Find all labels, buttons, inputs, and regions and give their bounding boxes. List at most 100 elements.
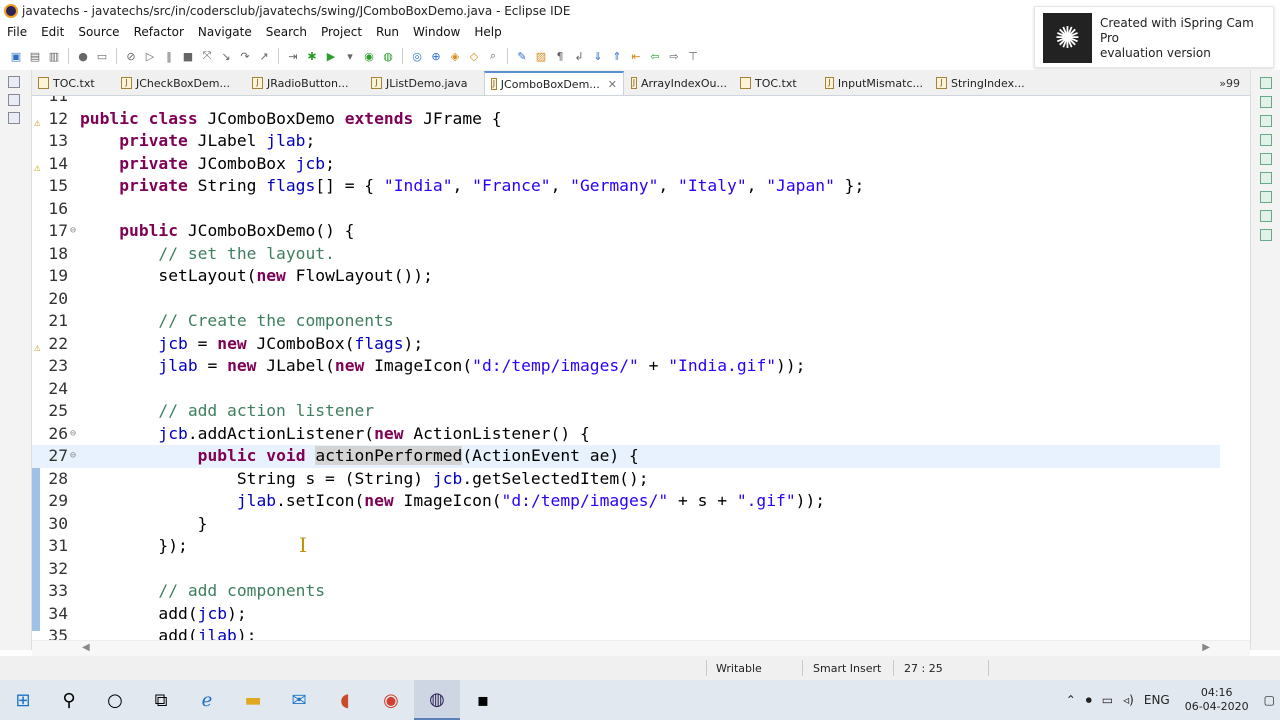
word-wrap-icon[interactable]: ↲: [571, 49, 587, 63]
run-icon[interactable]: ▶: [323, 49, 339, 63]
menu-navigate[interactable]: Navigate: [191, 25, 259, 39]
code-line[interactable]: 35 add(jlab);: [32, 625, 1220, 640]
problems-icon[interactable]: [1260, 153, 1272, 165]
search-icon[interactable]: ⚲: [46, 680, 92, 720]
notifications-icon[interactable]: ▢: [1259, 693, 1280, 707]
declaration-icon[interactable]: [1260, 191, 1272, 203]
new-icon[interactable]: ▣: [8, 49, 24, 63]
more-tabs-button[interactable]: »99: [1209, 71, 1250, 95]
forward-icon[interactable]: ⇨: [666, 49, 682, 63]
scroll-right-icon[interactable]: ▶: [1202, 642, 1210, 653]
step-return-icon[interactable]: ↗: [256, 49, 272, 63]
restore-icon[interactable]: [8, 76, 20, 88]
code-line[interactable]: 11: [32, 96, 1220, 108]
code-line[interactable]: 24: [32, 378, 1220, 401]
tab-toc-2[interactable]: TOC.txt: [734, 71, 818, 95]
close-icon[interactable]: ✕: [608, 78, 617, 91]
task-list-icon[interactable]: [1260, 115, 1272, 127]
code-line[interactable]: 27 ⊖ public void actionPerformed(ActionEv…: [32, 445, 1220, 468]
skip-breakpoints-icon[interactable]: ⊘: [123, 49, 139, 63]
mail-icon[interactable]: ✉: [276, 680, 322, 720]
pin-editor-icon[interactable]: ⊤: [685, 49, 701, 63]
command-prompt-icon[interactable]: ▪: [460, 680, 506, 720]
code-line[interactable]: 32: [32, 558, 1220, 581]
code-line[interactable]: 12 ⚠ public class JComboBoxDemo extends JF…: [32, 108, 1220, 131]
tab-jlistdemo[interactable]: J JListDemo.java: [365, 71, 483, 95]
tab-toc[interactable]: TOC.txt: [32, 71, 114, 95]
code-line[interactable]: 28 String s = (String) jcb.getSelectedIt…: [32, 468, 1220, 491]
menu-run[interactable]: Run: [369, 25, 406, 39]
powerpoint-icon[interactable]: ◖: [322, 680, 368, 720]
code-line[interactable]: 17 ⊖ public JComboBoxDemo() {: [32, 220, 1220, 243]
tab-jcomboboxdemo[interactable]: J JComboBoxDem... ✕: [484, 71, 624, 95]
use-step-filters-icon[interactable]: ⇥: [285, 49, 301, 63]
fold-toggle-icon[interactable]: ⊖: [70, 445, 80, 468]
code-line[interactable]: 34 add(jcb);: [32, 603, 1220, 626]
code-line[interactable]: 18 // set the layout.: [32, 243, 1220, 266]
suspend-icon[interactable]: ‖: [161, 49, 177, 63]
language-indicator[interactable]: ENG: [1139, 693, 1175, 707]
console-icon[interactable]: [1260, 210, 1272, 222]
menu-refactor[interactable]: Refactor: [127, 25, 191, 39]
chrome-icon[interactable]: ◉: [368, 680, 414, 720]
code-line[interactable]: 31 });: [32, 535, 1220, 558]
code-line[interactable]: 21 // Create the components: [32, 310, 1220, 333]
scroll-left-icon[interactable]: ◀: [82, 642, 90, 653]
show-hidden-icons-icon[interactable]: ⌃: [1061, 693, 1081, 707]
warning-marker-icon[interactable]: ⚠: [34, 112, 44, 129]
warning-marker-icon[interactable]: ⚠: [34, 337, 44, 354]
menu-project[interactable]: Project: [314, 25, 369, 39]
run-dropdown-icon[interactable]: ▾: [342, 49, 358, 63]
code-line[interactable]: 30 }: [32, 513, 1220, 536]
menu-help[interactable]: Help: [467, 25, 508, 39]
task-view-icon[interactable]: ⧉: [138, 680, 184, 720]
cortana-icon[interactable]: ○: [92, 680, 138, 720]
next-annotation-icon[interactable]: ⇓: [590, 49, 606, 63]
fold-toggle-icon[interactable]: ⊖: [70, 423, 80, 446]
eclipse-taskbar-icon[interactable]: ◍: [414, 680, 460, 720]
save-all-icon[interactable]: ▥: [46, 49, 62, 63]
hierarchy-icon[interactable]: [8, 112, 20, 124]
code-line[interactable]: 22 ⚠ jcb = new JComboBox(flags);: [32, 333, 1220, 356]
tab-inputmismatch[interactable]: J InputMismatc...: [819, 71, 929, 95]
package-explorer-icon[interactable]: [8, 94, 20, 106]
open-type-icon[interactable]: ◈: [447, 49, 463, 63]
menu-file[interactable]: File: [0, 25, 34, 39]
volume-icon[interactable]: ◃): [1118, 693, 1139, 707]
external-tools-icon[interactable]: ◍: [380, 49, 396, 63]
code-line[interactable]: 29 jlab.setIcon(new ImageIcon("d:/temp/i…: [32, 490, 1220, 513]
new-package-icon[interactable]: ⊕: [428, 49, 444, 63]
tab-stringindex[interactable]: J StringIndex...: [930, 71, 1034, 95]
settings-icon[interactable]: ●: [75, 49, 91, 63]
code-line[interactable]: 16: [32, 198, 1220, 221]
disconnect-icon[interactable]: ⤧: [199, 49, 215, 63]
search-icon[interactable]: ⌕: [485, 49, 501, 63]
fold-toggle-icon[interactable]: ⊖: [70, 220, 80, 243]
code-line[interactable]: 13 private JLabel jlab;: [32, 130, 1220, 153]
code-line[interactable]: 25 // add action listener: [32, 400, 1220, 423]
code-line[interactable]: 33 // add components: [32, 580, 1220, 603]
resume-icon[interactable]: ▷: [142, 49, 158, 63]
menu-edit[interactable]: Edit: [34, 25, 71, 39]
code-line[interactable]: 20: [32, 288, 1220, 311]
code-line[interactable]: 19 setLayout(new FlowLayout());: [32, 265, 1220, 288]
file-explorer-icon[interactable]: ▬: [230, 680, 276, 720]
last-edit-location-icon[interactable]: ⇤: [628, 49, 644, 63]
edge-icon[interactable]: ℯ: [184, 680, 230, 720]
code-line[interactable]: 23 jlab = new JLabel(new ImageIcon("d:/t…: [32, 355, 1220, 378]
step-into-icon[interactable]: ↘: [218, 49, 234, 63]
code-line[interactable]: 26 ⊖ jcb.addActionListener(new ActionList…: [32, 423, 1220, 446]
terminal-icon[interactable]: ▭: [94, 49, 110, 63]
menu-window[interactable]: Window: [406, 25, 467, 39]
minimize-icon[interactable]: [1260, 77, 1272, 89]
coverage-icon[interactable]: ◉: [361, 49, 377, 63]
outline-icon[interactable]: [1260, 96, 1272, 108]
code-editor[interactable]: 1112⚠public class JComboBoxDemo extends …: [32, 96, 1250, 640]
restore-panel-icon[interactable]: [1260, 134, 1272, 146]
back-icon[interactable]: ⇦: [647, 49, 663, 63]
save-icon[interactable]: ▤: [27, 49, 43, 63]
toggle-block-selection-icon[interactable]: ▨: [533, 49, 549, 63]
progress-icon[interactable]: [1260, 229, 1272, 241]
step-over-icon[interactable]: ↷: [237, 49, 253, 63]
tab-arrayindexout[interactable]: J ArrayIndexOu...: [625, 71, 733, 95]
